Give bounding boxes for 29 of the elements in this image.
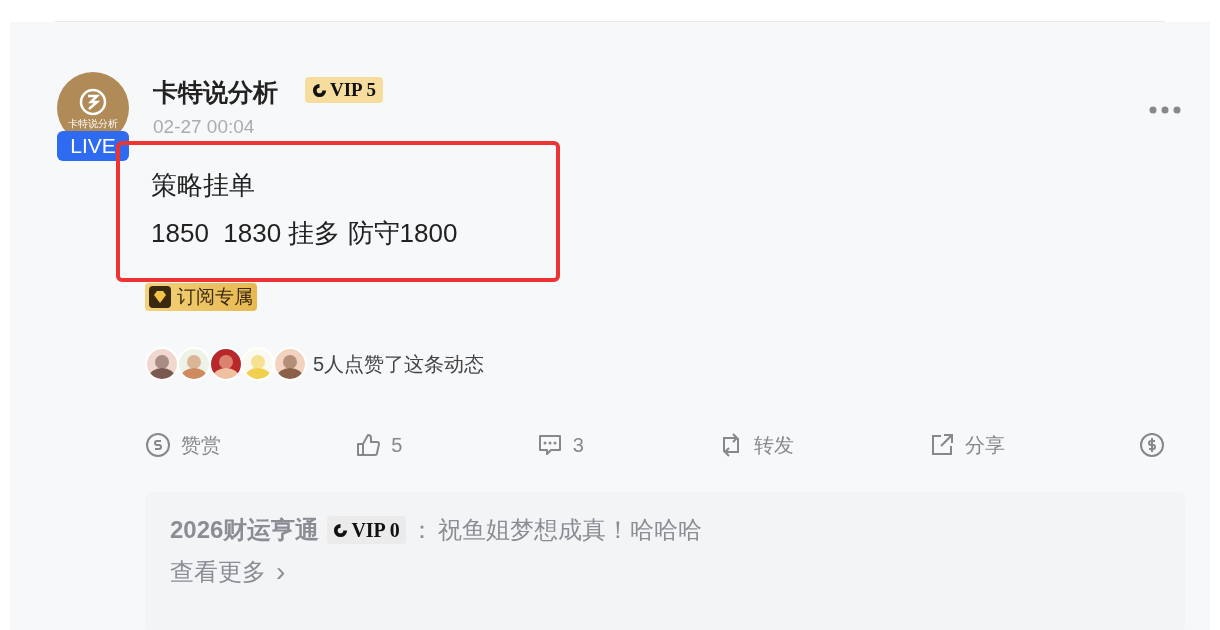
- subscriber-tag: 订阅专属: [145, 283, 257, 311]
- thumbs-up-icon: [355, 432, 382, 458]
- comment-separator: ：: [409, 515, 434, 545]
- vip-badge: VIP 5: [305, 77, 383, 103]
- tip-button[interactable]: [1138, 432, 1165, 458]
- author-name[interactable]: 卡特说分析: [153, 74, 278, 112]
- dollar-icon: [1138, 432, 1165, 458]
- reward-button[interactable]: 赞赏: [145, 432, 221, 458]
- comment-button[interactable]: 3: [536, 432, 584, 458]
- like-button[interactable]: 5: [355, 432, 403, 458]
- share-button[interactable]: 分享: [928, 432, 1005, 458]
- coin-icon: [145, 432, 171, 458]
- comment-icon: [536, 432, 563, 458]
- vip-icon: [312, 82, 327, 98]
- more-icon[interactable]: [1148, 105, 1182, 115]
- post-text: 1850 1830 挂多 防守1800: [151, 217, 459, 250]
- comment-text: 祝鱼姐梦想成真！哈哈哈: [437, 515, 702, 545]
- vip-icon: [333, 522, 349, 538]
- vip-badge: VIP 0: [327, 516, 406, 544]
- author-avatar[interactable]: 卡特说分析: [57, 72, 129, 131]
- repost-button[interactable]: 转发: [718, 432, 795, 458]
- post-text: 策略挂单: [151, 169, 256, 202]
- post-time: 02-27 00:04: [153, 115, 255, 139]
- avatar-caption: 卡特说分析: [68, 119, 118, 129]
- likes-summary: 5人点赞了这条动态: [313, 352, 485, 377]
- comment-user[interactable]: 2026财运亨通: [170, 512, 320, 548]
- live-badge: LIVE: [57, 131, 129, 161]
- logo-icon: [78, 87, 108, 117]
- more-comments-link[interactable]: 查看更多 ›: [170, 554, 286, 590]
